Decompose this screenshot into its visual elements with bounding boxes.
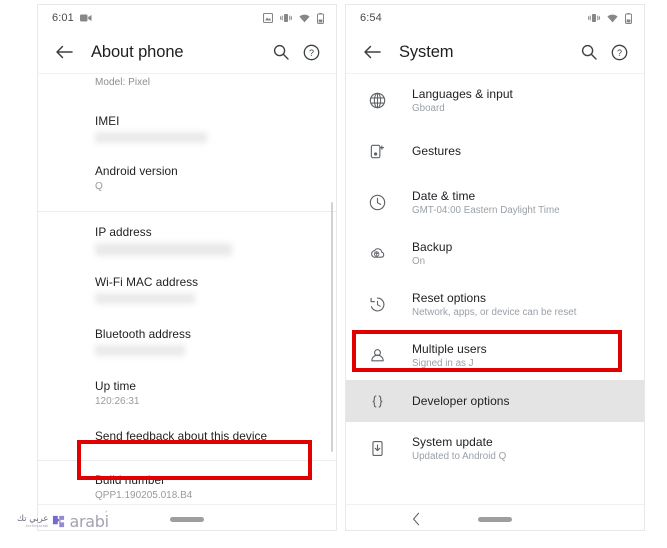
redacted-value: [95, 132, 207, 143]
list-item-title: Up time: [95, 379, 136, 393]
about-phone-list[interactable]: Model: Pixel IMEI Android version Q IP a…: [38, 74, 336, 504]
list-item-languages-and-input[interactable]: Languages & input Gboard: [346, 74, 644, 126]
list-item-title: Backup: [412, 239, 453, 254]
list-item-send-feedback[interactable]: Send feedback about this device: [38, 424, 336, 460]
help-icon[interactable]: ?: [606, 39, 632, 65]
vertical-scrollbar[interactable]: [330, 202, 333, 452]
list-item-subtitle: Signed in as J: [412, 357, 474, 369]
system-update-icon: [364, 435, 390, 461]
list-item-title: Send feedback about this device: [95, 429, 268, 443]
navigation-bar-right: [346, 504, 644, 530]
list-item-title: Bluetooth address: [95, 327, 191, 341]
cloud-upload-icon: [364, 240, 390, 266]
vibrate-icon: [588, 13, 600, 23]
status-bar-right: 6:54: [346, 5, 644, 31]
list-item-ip-address[interactable]: IP address: [38, 212, 336, 270]
list-item-subtitle: Updated to Android Q: [412, 450, 507, 462]
status-bar-clock: 6:54: [360, 12, 382, 24]
list-item-subtitle: On: [412, 255, 426, 267]
list-item-reset-options[interactable]: Reset options Network, apps, or device c…: [346, 278, 644, 330]
redacted-value: [95, 243, 232, 256]
puzzle-logo-icon: [53, 515, 65, 528]
list-item-backup[interactable]: Backup On: [346, 228, 644, 278]
list-item-model[interactable]: Model: Pixel: [38, 74, 336, 102]
watermark-arabic-text: عربي تك: [17, 513, 49, 524]
screenshot-root: 6:01 About phone ? Model: Pixel IMEI And…: [0, 0, 667, 548]
list-item-subtitle: GMT-04:00 Eastern Daylight Time: [412, 204, 560, 216]
home-gesture-pill[interactable]: [170, 516, 204, 522]
panel-gap: [337, 0, 345, 548]
list-item-title: IMEI: [95, 114, 120, 128]
home-gesture-pill[interactable]: [478, 516, 512, 522]
list-item-title: Multiple users: [412, 341, 487, 356]
list-item-up-time[interactable]: Up time 120:26:31: [38, 374, 336, 424]
list-item-title: Android version: [95, 164, 178, 178]
battery-icon: [317, 12, 324, 24]
history-icon: [364, 291, 390, 317]
list-item-imei[interactable]: IMEI: [38, 102, 336, 158]
list-item-value: QPP1.190205.018.B4: [95, 490, 193, 501]
list-item-title: Model: Pixel: [95, 77, 151, 88]
page-title: About phone: [91, 42, 184, 61]
screen-record-icon: [79, 13, 92, 23]
list-item-subtitle: Gboard: [412, 102, 445, 114]
list-item-gestures[interactable]: Gestures: [346, 126, 644, 176]
svg-text:?: ?: [308, 48, 313, 58]
list-item-title: Build number: [95, 473, 166, 487]
list-item-title: System update: [412, 434, 493, 449]
list-item-title: Gestures: [412, 144, 462, 158]
list-item-title: IP address: [95, 225, 152, 239]
list-item-developer-options[interactable]: Developer options: [346, 380, 644, 422]
list-item-bluetooth-address[interactable]: Bluetooth address: [38, 322, 336, 374]
list-item-build-number[interactable]: Build number QPP1.190205.018.B4: [38, 461, 336, 504]
list-item-title: Wi-Fi MAC address: [95, 275, 199, 289]
list-item-system-update[interactable]: System update Updated to Android Q: [346, 422, 644, 474]
gestures-icon: [364, 138, 390, 164]
redacted-value: [95, 293, 195, 304]
nav-back-icon[interactable]: [412, 512, 421, 526]
person-icon: [364, 342, 390, 368]
wifi-icon: [299, 14, 310, 23]
battery-icon: [625, 12, 632, 24]
list-item-title: Developer options: [412, 394, 510, 408]
list-item-value: 120:26:31: [95, 396, 140, 407]
watermark-accent-mark: ´: [103, 511, 109, 521]
toolbar-system: System ?: [346, 31, 644, 73]
svg-text:?: ?: [616, 48, 621, 58]
back-arrow-icon[interactable]: [359, 39, 385, 65]
page-title: System: [399, 42, 454, 61]
list-item-date-and-time[interactable]: Date & time GMT-04:00 Eastern Daylight T…: [346, 176, 644, 228]
list-item-title: Reset options: [412, 290, 487, 305]
list-item-multiple-users[interactable]: Multiple users Signed in as J: [346, 330, 644, 380]
list-item-subtitle: Network, apps, or device can be reset: [412, 306, 577, 318]
vibrate-icon: [280, 13, 292, 23]
toolbar-about-phone: About phone ?: [38, 31, 336, 73]
back-arrow-icon[interactable]: [51, 39, 77, 65]
watermark-logo: عربي تك technoarabi arabi ´: [17, 511, 109, 531]
list-item-title: Date & time: [412, 188, 476, 203]
system-settings-list[interactable]: Languages & input Gboard Gestures Date &…: [346, 74, 644, 504]
phone-screenshot-system: 6:54 System ? Languages & input Gboard G…: [345, 4, 645, 531]
phone-screenshot-about-phone: 6:01 About phone ? Model: Pixel IMEI And…: [37, 4, 337, 531]
status-bar-clock: 6:01: [52, 12, 74, 24]
list-item-wifi-mac-address[interactable]: Wi-Fi MAC address: [38, 270, 336, 322]
list-item-value: Q: [95, 181, 103, 192]
watermark-arabic-subtext: technoarabi: [25, 523, 49, 528]
braces-icon: [364, 388, 390, 414]
globe-icon: [364, 87, 390, 113]
search-icon[interactable]: [268, 39, 294, 65]
wifi-icon: [607, 14, 618, 23]
clock-icon: [364, 189, 390, 215]
screenshot-icon: [263, 13, 273, 23]
list-item-title: Languages & input: [412, 86, 513, 101]
watermark-brand: arabi ´: [69, 511, 109, 531]
help-icon[interactable]: ?: [298, 39, 324, 65]
list-item-android-version[interactable]: Android version Q: [38, 158, 336, 211]
search-icon[interactable]: [576, 39, 602, 65]
status-bar-left: 6:01: [38, 5, 336, 31]
redacted-value: [95, 345, 185, 356]
